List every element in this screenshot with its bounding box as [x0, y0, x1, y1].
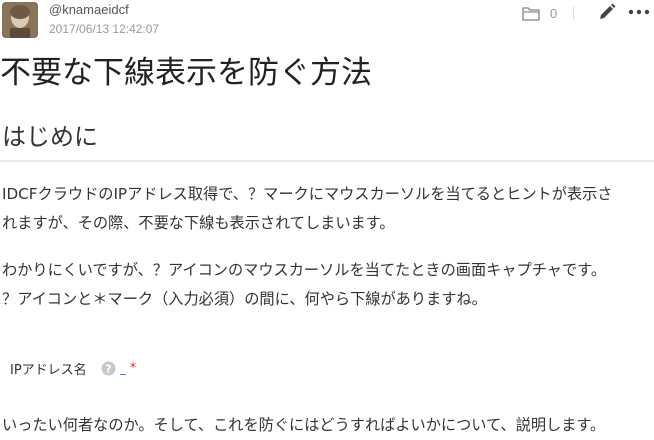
paragraph-outro: いったい何者なのか。そして、これを防ぐにはどうすればよいかについて、説明します。 [2, 411, 605, 440]
paragraph-line: いったい何者なのか。そして、これを防ぐにはどうすればよいかについて、説明します。 [2, 416, 606, 434]
paragraph-line: わかりにくいですが、？アイコンのマウスカーソルを当てたときの画面キャプチャです。 [2, 261, 607, 279]
avatar[interactable] [2, 2, 38, 38]
folder-count: 0 [550, 5, 558, 21]
question-circle-icon: ? [101, 361, 116, 375]
folder-button[interactable]: 0 [522, 3, 557, 23]
stray-underline [119, 362, 126, 375]
pencil-icon [600, 3, 616, 19]
edit-button[interactable] [597, 2, 617, 22]
embedded-screenshot: IPアドレス名 ? * [10, 358, 136, 378]
more-menu-button[interactable] [626, 2, 652, 22]
ellipsis-icon [628, 9, 650, 15]
section-divider [0, 160, 654, 162]
toolbar-divider [573, 6, 574, 20]
paragraph-intro: IDCFクラウドのIPアドレス取得で、？マークにマウスカーソルを当てるとヒントが… [2, 180, 612, 238]
ip-address-label: IPアドレス名 [10, 362, 87, 378]
author-username[interactable]: @knamaeidcf [49, 2, 129, 17]
required-mark: * [129, 360, 137, 376]
avatar-portrait-icon [2, 2, 38, 38]
paragraph-line: れますが、その際、不要な下線も表示されてしまいます。 [2, 214, 395, 232]
paragraph-line: ？アイコンと＊マーク（入力必須）の間に、何やら下線がありますね。 [2, 290, 487, 308]
svg-text:?: ? [105, 362, 111, 375]
folder-icon [522, 6, 540, 21]
post-header: @knamaeidcf 2017/06/13 12:42:07 0 [0, 0, 654, 40]
section-heading: はじめに [2, 123, 98, 151]
article-title: 不要な下線表示を防ぐ方法 [0, 55, 372, 91]
paragraph-capture: わかりにくいですが、？アイコンのマウスカーソルを当てたときの画面キャプチャです。… [2, 256, 606, 314]
paragraph-line: IDCFクラウドのIPアドレス取得で、？マークにマウスカーソルを当てるとヒントが… [2, 185, 613, 203]
post-date: 2017/06/13 12:42:07 [49, 22, 160, 36]
